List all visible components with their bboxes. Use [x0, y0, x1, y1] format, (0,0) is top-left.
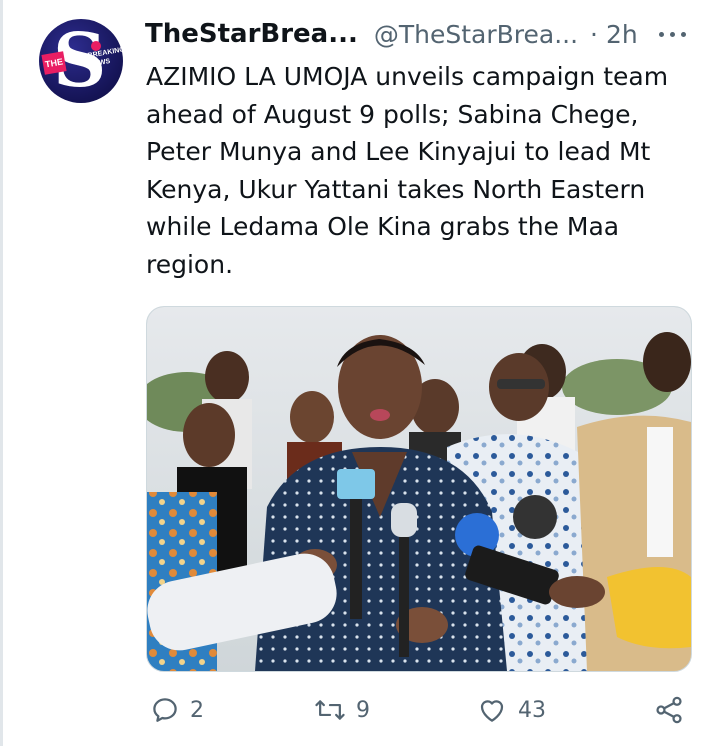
press-conference-illustration — [147, 307, 691, 671]
retweet-icon — [315, 700, 345, 720]
tweet-text-line: Peter Munya and Lee Kinyajui to lead Mt — [146, 137, 651, 166]
retweet-button[interactable]: 9 — [314, 692, 370, 728]
avatar-the-label: THE — [41, 51, 67, 75]
avatar[interactable]: S THE BREAKING NEWS — [39, 19, 123, 103]
header-separator: · — [590, 19, 598, 49]
tweet-header: TheStarBrea... @TheStarBrea... · 2h — [145, 14, 638, 54]
timeline-divider — [0, 0, 3, 746]
author-name[interactable]: TheStarBrea... — [145, 19, 358, 49]
share-button[interactable] — [652, 692, 686, 728]
retweet-count: 9 — [356, 697, 370, 723]
tweet-timestamp[interactable]: 2h — [606, 20, 638, 49]
tweet-text-line: ahead of August 9 polls; Sabina Chege, — [146, 99, 639, 129]
tweet-actions: 2 9 43 — [146, 692, 706, 728]
like-icon — [480, 700, 504, 722]
share-icon — [656, 696, 682, 724]
tweet-text-line: AZIMIO LA UMOJA unveils campaign team — [146, 62, 669, 91]
tweet-text-line: Kenya, Ukur Yattani takes North Eastern — [146, 174, 646, 204]
more-options-icon[interactable] — [650, 16, 694, 52]
reply-count: 2 — [190, 697, 204, 723]
reply-button[interactable]: 2 — [150, 692, 204, 728]
tweet-text: AZIMIO LA UMOJA unveils campaign team ah… — [146, 58, 706, 283]
author-handle[interactable]: @TheStarBrea... — [374, 20, 578, 49]
reply-icon — [153, 698, 177, 722]
like-button[interactable]: 43 — [476, 692, 546, 728]
previous-tweet-edge — [0, 0, 720, 8]
tweet-media-photo[interactable] — [146, 306, 692, 672]
avatar-breaking-label: BREAKING NEWS — [87, 46, 123, 76]
like-count: 43 — [518, 697, 546, 723]
tweet-text-line: while Ledama Ole Kina grabs the Maa — [146, 212, 620, 241]
tweet-text-line: region. — [146, 249, 234, 279]
